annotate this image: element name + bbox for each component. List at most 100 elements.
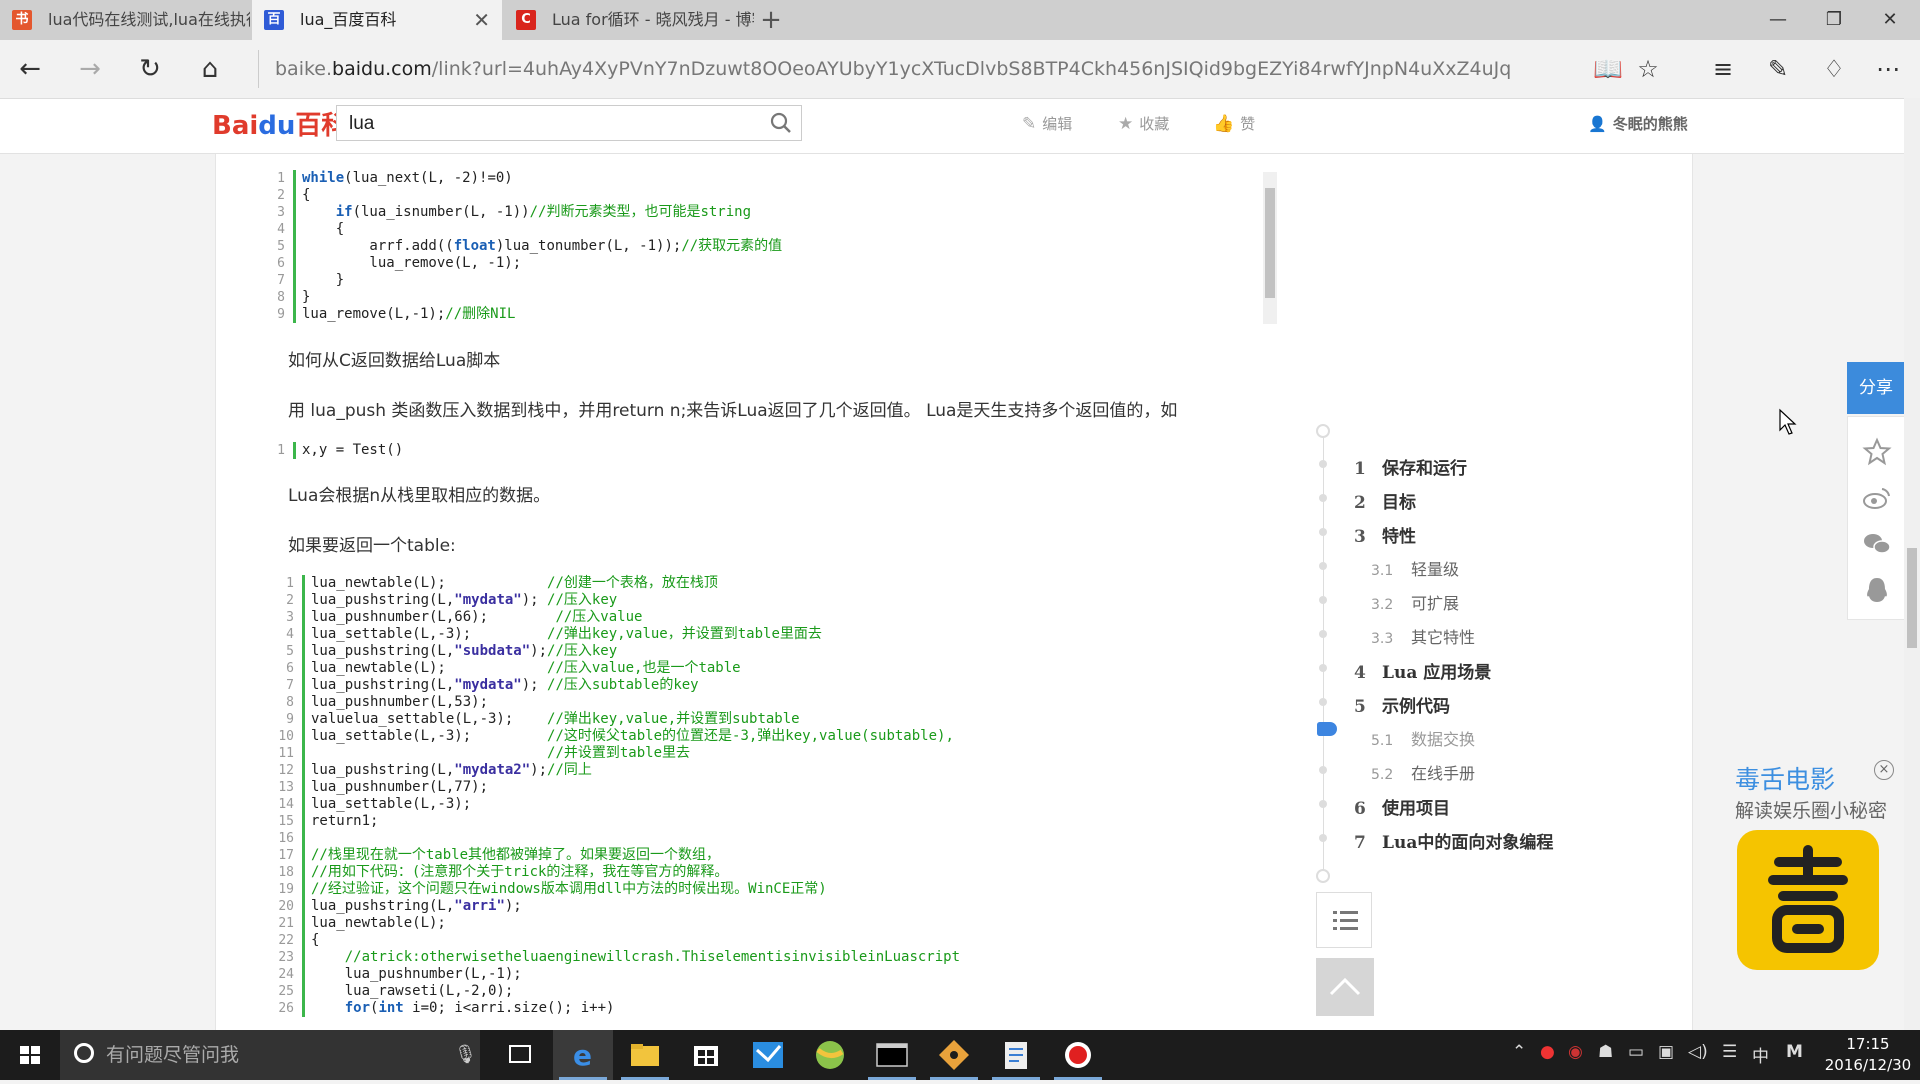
scroll-thumb[interactable] [1907, 548, 1917, 648]
app-circle-icon[interactable] [800, 1030, 860, 1080]
minimize-icon[interactable]: — [1750, 0, 1806, 40]
battery-icon[interactable]: ▭ [1628, 1042, 1644, 1062]
page-scrollbar[interactable] [1904, 98, 1920, 1030]
hub-icon[interactable]: ≡ [1703, 49, 1743, 89]
close-window-icon[interactable]: ✕ [1862, 0, 1918, 40]
search-input[interactable] [347, 110, 751, 138]
qq-tray-icon[interactable]: ☗ [1598, 1042, 1613, 1062]
line-number: 10 [278, 729, 294, 744]
cortana-search[interactable]: 有问题尽管问我 🎙 [60, 1030, 480, 1080]
like-button[interactable]: 👍 赞 [1213, 113, 1255, 134]
code-scrollbar[interactable] [1263, 172, 1277, 324]
toc-item[interactable]: 7 Lua中的面向对象编程 [1354, 828, 1553, 853]
toc-item[interactable]: 5.2 在线手册 [1371, 760, 1475, 784]
tab-lua-for-loop[interactable]: C Lua for循环 - 晓风残月 - 博客 [504, 0, 754, 40]
volume-icon[interactable]: ◁) [1688, 1042, 1708, 1062]
wechat-icon[interactable] [1862, 529, 1892, 559]
share-icon[interactable]: ♢ [1814, 49, 1854, 89]
user-menu[interactable]: 👤 冬眠的熊熊 [1588, 113, 1688, 134]
ime-indicator[interactable]: 中 [1752, 1042, 1769, 1067]
line-number: 3 [277, 205, 285, 220]
web-note-icon[interactable]: ✎ [1758, 49, 1798, 89]
ad-subtitle[interactable]: 解读娱乐圈小秘密 [1735, 796, 1887, 823]
toc-label: Lua 应用场景 [1382, 663, 1492, 683]
edge-browser-icon[interactable]: e [553, 1030, 613, 1080]
home-icon[interactable]: ⌂ [190, 49, 230, 89]
line-number: 9 [277, 307, 285, 322]
share-button[interactable]: 分享 [1847, 362, 1905, 414]
toc-item[interactable]: 5 示例代码 [1354, 692, 1450, 717]
ad-title[interactable]: 毒舌电影 [1735, 760, 1835, 796]
toc-item[interactable]: 3.3 其它特性 [1371, 624, 1475, 648]
code-text: lua_pushnumber(L,66); //压入value [311, 609, 643, 625]
star-icon: ★ [1118, 114, 1134, 134]
toc-item[interactable]: 6 使用项目 [1354, 794, 1450, 819]
code-text: lua_pushnumber(L,53); [311, 694, 489, 710]
ad-close-icon[interactable]: × [1874, 760, 1894, 780]
toc-item[interactable]: 2 目标 [1354, 488, 1416, 513]
reading-view-icon[interactable]: 📖 [1588, 49, 1628, 89]
microphone-icon[interactable]: 🎙 [454, 1030, 477, 1080]
weibo-icon[interactable] [1862, 483, 1892, 513]
code-text: while(lua_next(L, -2)!=0) [302, 170, 513, 186]
search-icon[interactable] [767, 109, 795, 137]
toc-number: 5 [1354, 697, 1366, 717]
forward-icon[interactable]: → [70, 49, 110, 89]
refresh-icon[interactable]: ↻ [130, 49, 170, 89]
baidu-baike-logo[interactable]: Baidu百科 [212, 105, 347, 142]
app-tray-icon[interactable]: ◉ [1568, 1042, 1583, 1062]
favorite-star-icon[interactable] [1862, 437, 1892, 467]
toc-item[interactable]: 3 特性 [1354, 522, 1416, 547]
qq-icon[interactable] [1862, 575, 1892, 605]
toc-item[interactable]: 1 保存和运行 [1354, 454, 1467, 479]
maximize-icon[interactable]: ❐ [1806, 0, 1862, 40]
line-number: 20 [278, 899, 294, 914]
close-tab-icon[interactable]: ✕ [473, 0, 490, 40]
toc-toggle-button[interactable] [1316, 892, 1372, 948]
user-icon: 👤 [1588, 115, 1607, 133]
toc-item[interactable]: 4 Lua 应用场景 [1354, 658, 1491, 683]
toc-end-marker [1316, 869, 1330, 883]
toc-label: Lua中的面向对象编程 [1382, 833, 1554, 853]
document-icon[interactable] [986, 1030, 1046, 1080]
file-explorer-icon[interactable] [615, 1030, 675, 1080]
favorite-star-icon[interactable]: ☆ [1628, 49, 1668, 89]
network-icon[interactable]: ▣ [1658, 1042, 1674, 1062]
chevron-up-tray-icon[interactable]: ⌃ [1512, 1042, 1526, 1062]
toc-item[interactable]: 3.1 轻量级 [1371, 556, 1459, 580]
toc-item[interactable]: 5.1 数据交换 [1371, 726, 1475, 750]
toc-item[interactable]: 3.2 可扩展 [1371, 590, 1459, 614]
tab-lua-online[interactable]: 书 lua代码在线测试,lua在线执行 [0, 0, 250, 40]
clock[interactable]: 17:15 2016/12/30 [1820, 1034, 1916, 1076]
line-number: 5 [286, 644, 294, 659]
search-box [336, 105, 802, 141]
code-text: lua_pushstring(L,"mydata"); //压入subtable… [311, 677, 699, 693]
git-tool-icon[interactable] [924, 1030, 984, 1080]
windows-start-icon[interactable] [0, 1030, 60, 1080]
favorite-button[interactable]: ★ 收藏 [1118, 113, 1169, 134]
toc-label: 数据交换 [1411, 730, 1476, 749]
code-line: 9 lua_remove(L,-1);//删除NIL [263, 306, 1263, 323]
mail-app-icon[interactable] [738, 1030, 798, 1080]
address-bar[interactable]: baike.baidu.com/link?url=4uhAy4XyPVnY7nD… [258, 50, 1575, 88]
tab-lua-baike[interactable]: 百 lua_百度百科 ✕ [252, 0, 502, 40]
ime-mode-indicator[interactable]: M [1786, 1042, 1803, 1062]
code-text: lua_pushnumber(L,77); [311, 779, 489, 795]
ad-app-icon[interactable] [1737, 830, 1879, 970]
back-icon[interactable]: ← [10, 49, 50, 89]
back-to-top-button[interactable] [1316, 958, 1374, 1016]
store-icon[interactable] [676, 1030, 736, 1080]
edit-button[interactable]: ✎ 编辑 [1022, 113, 1072, 134]
more-icon[interactable]: ⋯ [1868, 49, 1908, 89]
task-view-icon[interactable] [490, 1030, 550, 1080]
share-sidebar [1847, 416, 1905, 620]
record-app-icon[interactable] [1048, 1030, 1108, 1080]
tab-title: lua_百度百科 [300, 10, 397, 29]
record-tray-icon[interactable]: ● [1540, 1042, 1555, 1062]
code-line: 12 lua_pushstring(L,"mydata2");//同上 [272, 762, 1272, 779]
terminal-icon[interactable] [862, 1030, 922, 1080]
cortana-placeholder: 有问题尽管问我 [106, 1044, 240, 1066]
new-tab-button[interactable]: + [756, 0, 786, 40]
scroll-thumb[interactable] [1265, 188, 1275, 298]
action-center-icon[interactable]: ☰ [1722, 1042, 1737, 1062]
